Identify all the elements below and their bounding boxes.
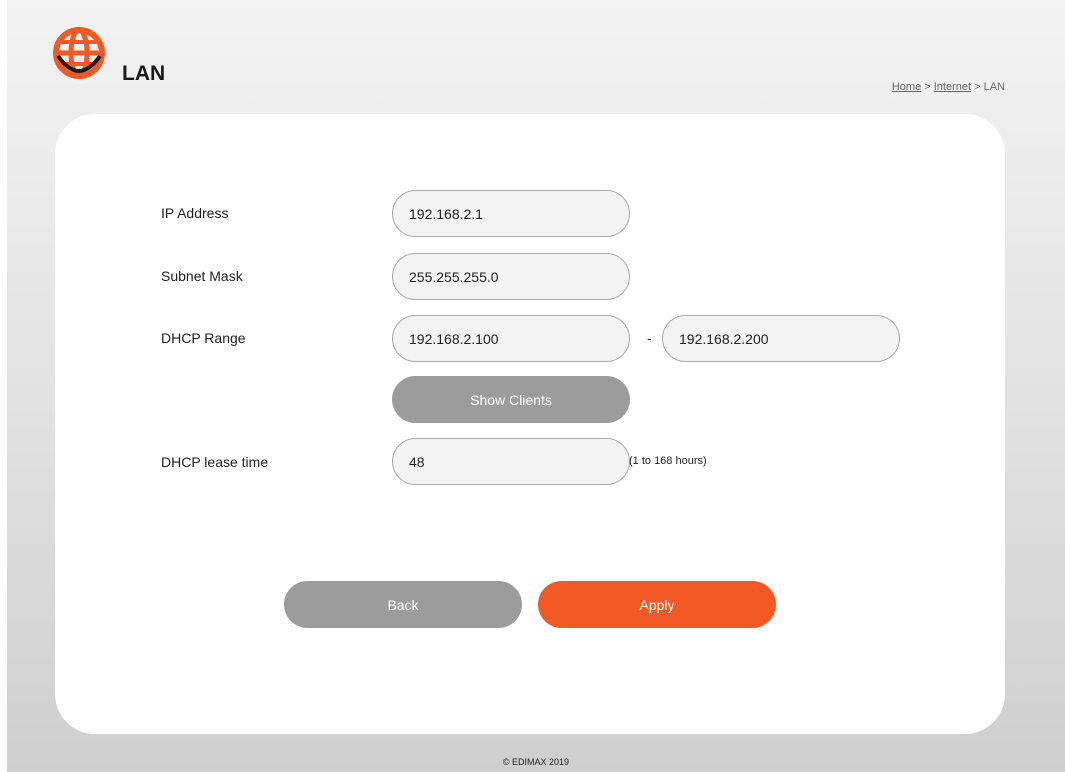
page-title: LAN xyxy=(122,62,166,85)
subnet-mask-input[interactable] xyxy=(392,253,630,300)
dhcp-range-end-input[interactable] xyxy=(662,315,900,362)
dhcp-lease-time-input[interactable] xyxy=(392,438,630,485)
show-clients-button[interactable]: Show Clients xyxy=(392,376,630,423)
breadcrumb-home-link[interactable]: Home xyxy=(892,81,921,93)
dhcp-range-separator: - xyxy=(647,330,652,346)
breadcrumb-separator: > xyxy=(971,81,984,93)
dhcp-lease-time-label: DHCP lease time xyxy=(161,454,269,470)
back-button[interactable]: Back xyxy=(284,581,522,628)
subnet-mask-label: Subnet Mask xyxy=(161,268,243,284)
dhcp-range-start-input[interactable] xyxy=(392,315,630,362)
breadcrumb-current: LAN xyxy=(983,81,1005,93)
breadcrumb-separator: > xyxy=(921,81,934,93)
dhcp-range-label: DHCP Range xyxy=(161,330,246,346)
breadcrumb-internet-link[interactable]: Internet xyxy=(934,81,971,93)
ip-address-label: IP Address xyxy=(161,205,229,221)
ip-address-input[interactable] xyxy=(392,190,630,237)
breadcrumb: Home > Internet > LAN xyxy=(892,81,1005,93)
globe-icon xyxy=(53,27,105,79)
apply-button[interactable]: Apply xyxy=(538,581,776,628)
footer-copyright: © EDIMAX 2019 xyxy=(502,757,570,767)
page: LAN Home > Internet > LAN IP Address Sub… xyxy=(7,0,1065,772)
lease-time-hint: (1 to 168 hours) xyxy=(629,455,707,467)
lan-settings-card: IP Address Subnet Mask DHCP Range - Show… xyxy=(55,114,1005,734)
